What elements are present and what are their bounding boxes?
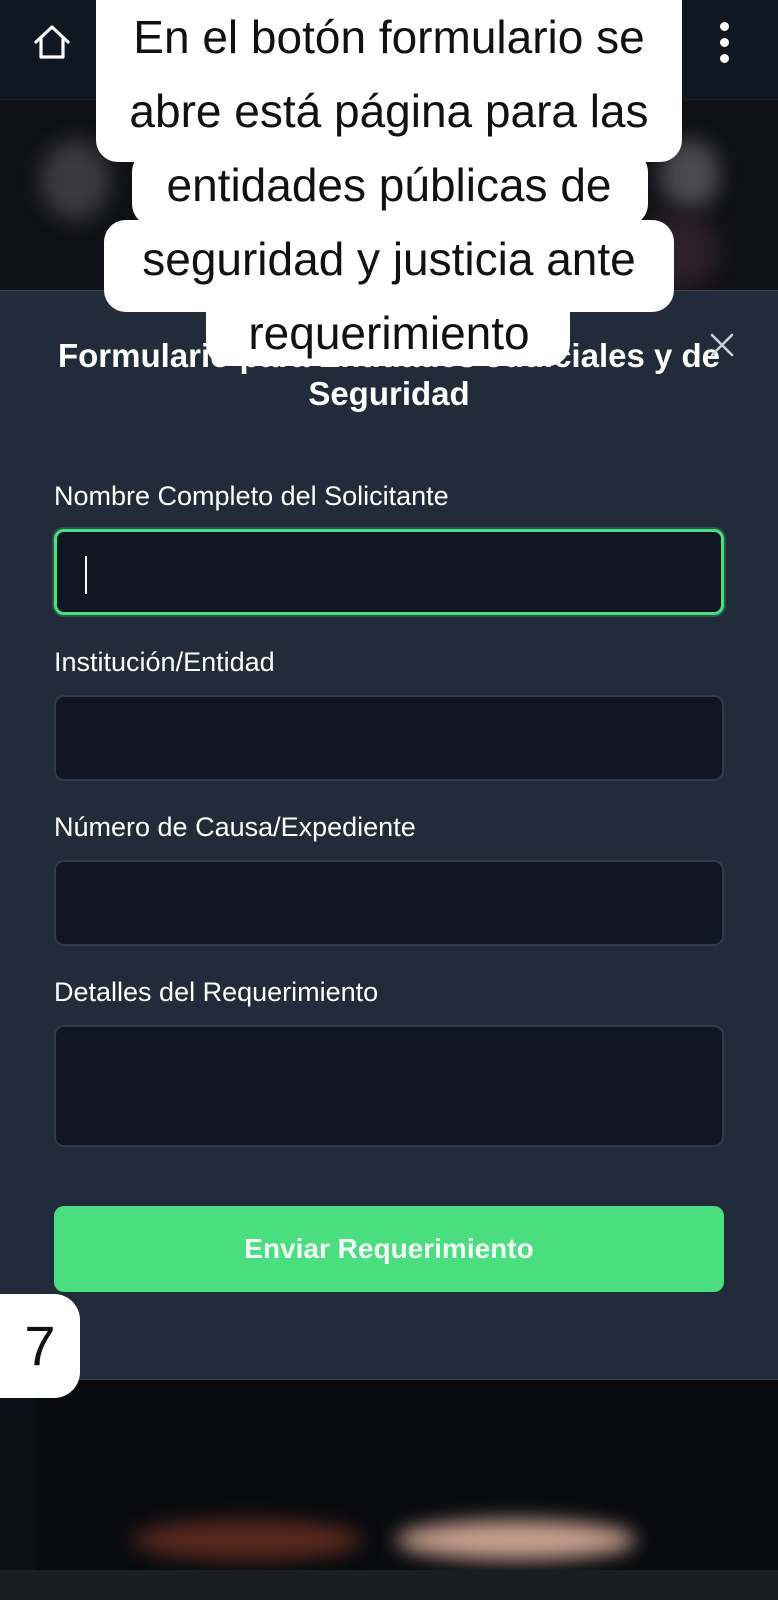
institution-label: Institución/Entidad: [54, 647, 275, 677]
home-icon[interactable]: [30, 20, 74, 64]
full-name-label: Nombre Completo del Solicitante: [54, 481, 449, 511]
step-number-badge: 7: [0, 1294, 80, 1398]
bottom-bar: [0, 1570, 778, 1600]
case-number-input[interactable]: [54, 860, 724, 946]
full-name-input[interactable]: [54, 529, 724, 615]
judicial-form-modal: Formulario para Entidades Judiciales y d…: [0, 290, 778, 1380]
submit-request-button[interactable]: Enviar Requerimiento: [54, 1206, 724, 1292]
institution-input[interactable]: [54, 695, 724, 781]
case-number-label: Número de Causa/Expediente: [54, 812, 416, 842]
more-vertical-icon[interactable]: [710, 18, 740, 66]
text-caret: [85, 556, 87, 594]
annotation-caption: En el botón formulario se abre está pági…: [129, 11, 649, 359]
request-details-textarea[interactable]: [54, 1025, 724, 1147]
request-details-label: Detalles del Requerimiento: [54, 977, 379, 1007]
page-bottom-content: [36, 1380, 778, 1570]
close-icon[interactable]: [706, 329, 738, 361]
